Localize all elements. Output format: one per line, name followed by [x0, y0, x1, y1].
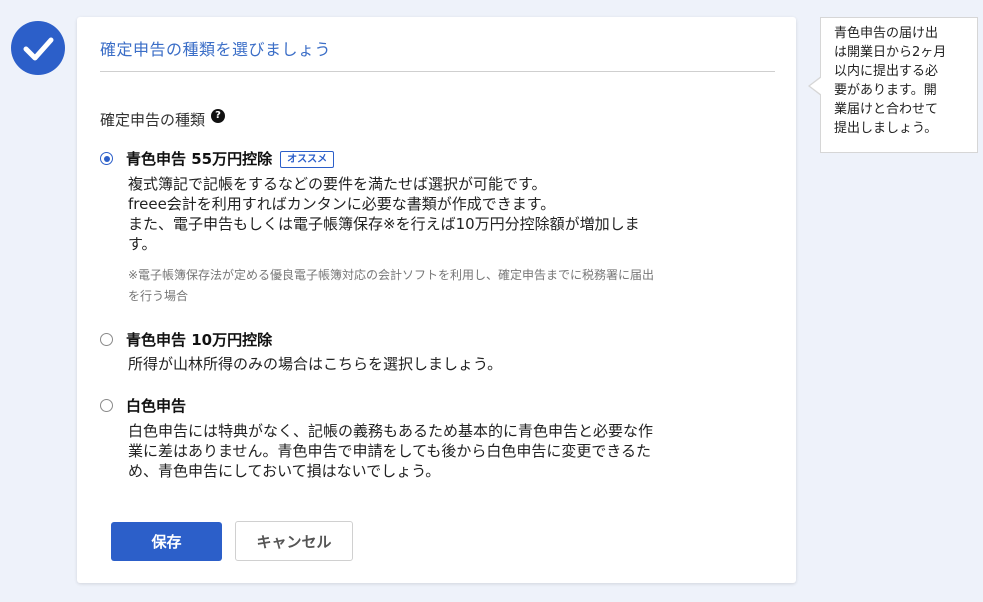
note-line: ※電子帳簿保存法が定める優良電子帳簿対応の会計ソフトを利用し、確定申告までに税務…: [128, 268, 655, 282]
radio-blue-10[interactable]: [100, 333, 113, 346]
radio-blue-55[interactable]: [100, 152, 113, 165]
tooltip-line: 提出しましょう。: [834, 121, 938, 136]
hint-tooltip: 青色申告の届け出 は開業日から2ヶ月 以内に提出する必 要があります。開 業届け…: [820, 17, 978, 153]
option-title[interactable]: 青色申告 10万円控除: [126, 329, 272, 350]
check-icon: [23, 37, 54, 61]
help-icon[interactable]: ?: [211, 108, 226, 123]
desc-line: 業に差はありません。青色申告で申請をしても後から白色申告に変更できるた: [128, 442, 652, 460]
desc-line: 所得が山林所得のみの場合はこちらを選択しましょう。: [128, 355, 503, 373]
section-label-text: 確定申告の種類: [100, 111, 206, 129]
title-divider: [100, 71, 775, 72]
option-title[interactable]: 白色申告: [126, 395, 186, 416]
desc-line: 白色申告には特典がなく、記帳の義務もあるため基本的に青色申告と必要な作: [128, 422, 654, 440]
section-label: 確定申告の種類 ?: [100, 108, 226, 130]
tooltip-line: 青色申告の届け出: [834, 26, 939, 41]
tooltip-arrow-fill: [810, 77, 822, 95]
desc-line: 複式簿記で記帳をするなどの要件を満たせば選択が可能です。: [128, 175, 547, 193]
desc-line: freee会計を利用すればカンタンに必要な書類が作成できます。: [128, 195, 556, 213]
cancel-button[interactable]: キャンセル: [235, 521, 353, 561]
option-description: 白色申告には特典がなく、記帳の義務もあるため基本的に青色申告と必要な作 業に差は…: [128, 421, 753, 481]
desc-line: す。: [128, 235, 157, 253]
card-title: 確定申告の種類を選びましょう: [100, 40, 332, 59]
filing-type-card: 確定申告の種類を選びましょう 確定申告の種類 ? 青色申告 55万円控除 オススメ…: [77, 17, 796, 583]
option-note: ※電子帳簿保存法が定める優良電子帳簿対応の会計ソフトを利用し、確定申告までに税務…: [128, 265, 778, 307]
option-description: 所得が山林所得のみの場合はこちらを選択しましょう。: [128, 354, 753, 374]
recommended-badge: オススメ: [280, 151, 335, 168]
tooltip-line: 要があります。開: [834, 83, 937, 98]
step-complete-badge: [11, 21, 65, 75]
tooltip-line: 業届けと合わせて: [834, 102, 939, 117]
desc-line: また、電子申告もしくは電子帳簿保存※を行えば10万円分控除額が増加しま: [128, 215, 640, 233]
note-line: を行う場合: [128, 289, 189, 303]
save-button[interactable]: 保存: [111, 522, 222, 561]
option-description: 複式簿記で記帳をするなどの要件を満たせば選択が可能です。 freee会計を利用す…: [128, 174, 753, 254]
option-title-text[interactable]: 青色申告 55万円控除: [126, 150, 272, 168]
option-title[interactable]: 青色申告 55万円控除 オススメ: [126, 148, 335, 169]
tooltip-line: 以内に提出する必: [834, 64, 939, 79]
tooltip-line: は開業日から2ヶ月: [834, 45, 947, 60]
desc-line: め、青色申告にしておいて損はないでしょう。: [128, 462, 441, 480]
radio-white[interactable]: [100, 399, 113, 412]
